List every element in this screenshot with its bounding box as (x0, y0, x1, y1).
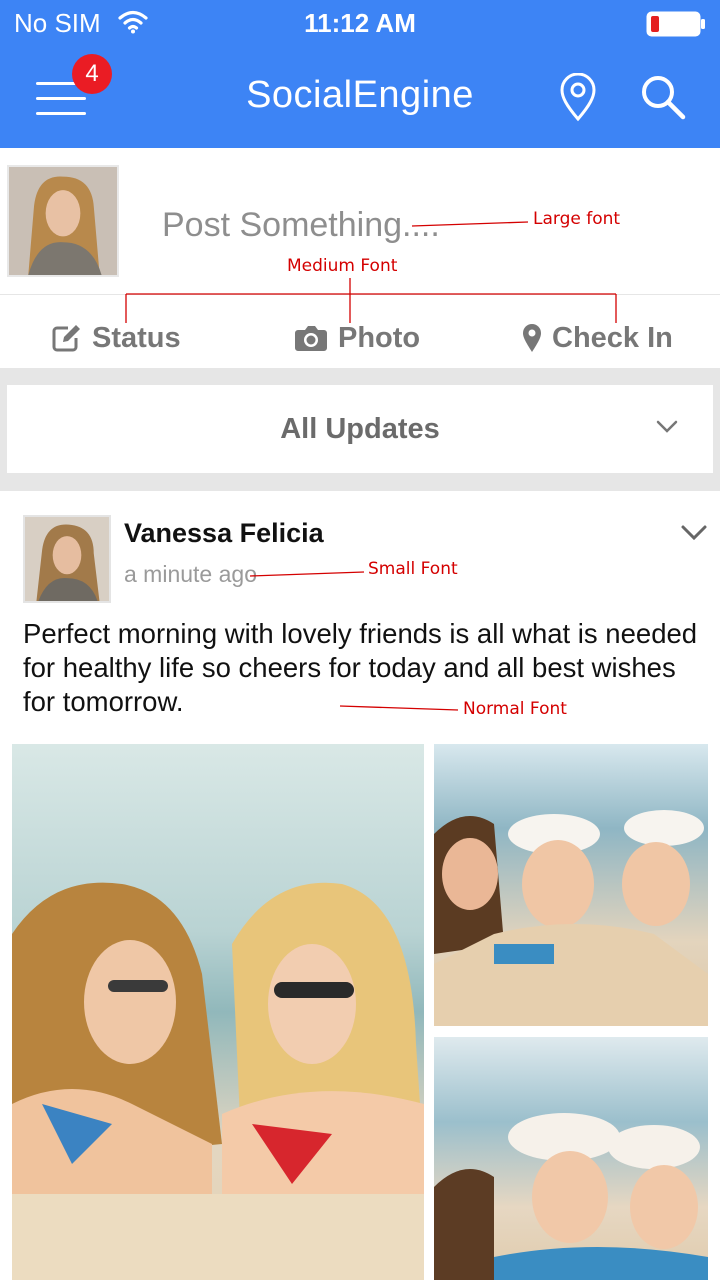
edit-icon (52, 325, 80, 352)
annotation-large-font: Large font (533, 209, 621, 229)
feed-post: Vanessa Felicia a minute ago Perfect mor… (0, 491, 720, 1280)
status-label: Status (92, 321, 181, 354)
top-bar: No SIM 11:12 AM 4 SocialEngine (0, 0, 720, 148)
post-photo-main[interactable] (12, 744, 424, 1280)
app-screen: No SIM 11:12 AM 4 SocialEngine Post Some… (0, 0, 720, 1280)
post-something-input[interactable]: Post Something.... (162, 206, 440, 245)
chevron-down-icon[interactable] (680, 524, 708, 542)
post-timestamp: a minute ago (124, 561, 257, 587)
divider (0, 294, 720, 295)
battery-icon (646, 11, 705, 37)
annotation-normal-font: Normal Font (463, 699, 567, 719)
post-photo-secondary[interactable] (434, 744, 708, 1026)
status-time: 11:12 AM (304, 8, 416, 38)
post-body: Perfect morning with lovely friends is a… (23, 618, 698, 717)
status-bar: No SIM 11:12 AM (0, 0, 720, 48)
feed-filter-select[interactable]: All Updates (7, 385, 713, 473)
post-photo-tertiary[interactable] (434, 1037, 708, 1280)
user-avatar[interactable] (7, 165, 119, 277)
filter-label: All Updates (280, 413, 440, 445)
nav-bar: 4 SocialEngine (0, 48, 720, 148)
location-icon[interactable] (558, 73, 598, 123)
author-avatar[interactable] (23, 515, 111, 603)
photo-label: Photo (338, 321, 421, 354)
check-in-button[interactable]: Check In (522, 316, 673, 360)
status-button[interactable]: Status (52, 316, 181, 360)
annotation-small-font: Small Font (368, 559, 458, 579)
camera-icon (295, 326, 327, 351)
search-icon[interactable] (638, 72, 688, 122)
photo-button[interactable]: Photo (294, 316, 420, 360)
chevron-down-icon (656, 420, 678, 433)
map-pin-icon (523, 324, 541, 352)
author-name[interactable]: Vanessa Felicia (124, 518, 324, 549)
check-in-label: Check In (552, 321, 673, 354)
annotation-medium-font: Medium Font (287, 256, 398, 276)
app-title: SocialEngine (246, 74, 474, 116)
